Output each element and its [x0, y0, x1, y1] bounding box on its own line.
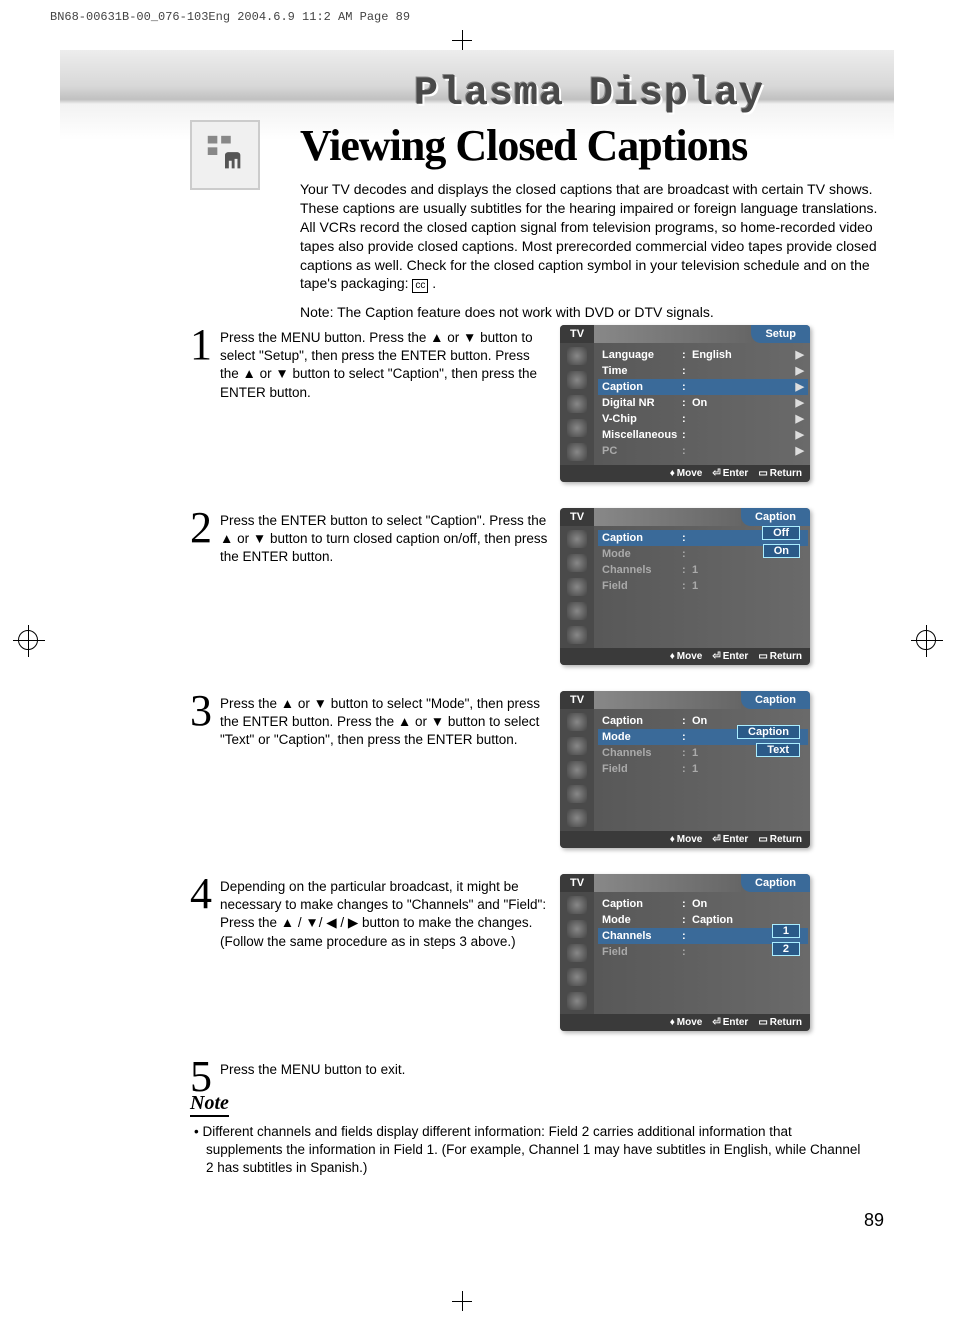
step-text: Press the MENU button to exit.: [220, 1057, 560, 1097]
osd-footer: ♦Move⏎Enter▭Return: [560, 648, 810, 665]
step-3: 3 Press the ▲ or ▼ button to select "Mod…: [190, 691, 890, 866]
osd-sidebar-icons: [560, 892, 594, 1014]
cc-symbol: cc: [412, 279, 428, 293]
crop-mark-top: [462, 30, 463, 50]
intro-text: Your TV decodes and displays the closed …: [300, 180, 880, 322]
intro-note: Note: The Caption feature does not work …: [300, 303, 880, 322]
osd-title: Caption: [741, 508, 810, 526]
step-1: 1 Press the MENU button. Press the ▲ or …: [190, 325, 890, 500]
osd-sidebar-icons: [560, 526, 594, 648]
step-number: 2: [190, 508, 220, 683]
osd-option: Caption: [737, 725, 800, 739]
osd-title: Caption: [741, 874, 810, 892]
osd-row: Channels: 1: [602, 562, 804, 578]
step-number: 5: [190, 1057, 220, 1097]
step-number: 4: [190, 874, 220, 1049]
osd-option: Text: [756, 743, 800, 757]
step-number: 3: [190, 691, 220, 866]
step-5: 5 Press the MENU button to exit.: [190, 1057, 890, 1097]
osd-setup-menu: TV Setup Language: English▶Time: ▶Caption…: [560, 325, 810, 482]
osd-caption-mode-menu: TVCaption Caption: OnMode: Channels: 1Fi…: [560, 691, 810, 848]
registration-mark-left: [18, 630, 38, 650]
osd-tv-label: TV: [560, 508, 594, 526]
osd-row: Digital NR: On▶: [602, 395, 804, 411]
osd-option: 1: [772, 924, 800, 938]
osd-footer: ♦Move⏎Enter▭Return: [560, 831, 810, 848]
osd-row: Language: English▶: [602, 347, 804, 363]
osd-option: Off: [762, 526, 800, 540]
banner-title: Plasma Display: [414, 72, 764, 117]
osd-row: V-Chip: ▶: [602, 411, 804, 427]
page-number: 89: [864, 1210, 884, 1231]
osd-footer: ♦Move⏎Enter▭Return: [560, 465, 810, 482]
osd-caption-menu: TVCaption Caption: Mode: Channels: 1Fiel…: [560, 508, 810, 665]
page-title: Viewing Closed Captions: [300, 120, 747, 171]
step-number: 1: [190, 325, 220, 500]
osd-row: Time: ▶: [602, 363, 804, 379]
osd-sidebar-icons: [560, 343, 594, 465]
osd-tv-label: TV: [560, 691, 594, 709]
crop-mark-bottom: [462, 1291, 463, 1311]
osd-title: Caption: [741, 691, 810, 709]
print-header: BN68-00631B-00_076-103Eng 2004.6.9 11:2 …: [50, 10, 410, 24]
step-text: Depending on the particular broadcast, i…: [220, 874, 560, 1049]
step-text: Press the ▲ or ▼ button to select "Mode"…: [220, 691, 560, 866]
osd-row: PC: ▶: [602, 443, 804, 459]
osd-row: Miscellaneous: ▶: [602, 427, 804, 443]
osd-row: Field: 1: [602, 761, 804, 777]
osd-row: Caption: ▶: [598, 379, 808, 395]
touch-icon: [190, 120, 260, 190]
intro-body: Your TV decodes and displays the closed …: [300, 181, 877, 291]
osd-option: On: [763, 544, 800, 558]
osd-row: Field: 1: [602, 578, 804, 594]
osd-tv-label: TV: [560, 325, 594, 343]
osd-row: Caption: On: [602, 896, 804, 912]
osd-title: Setup: [751, 325, 810, 343]
note-title: Note: [190, 1092, 229, 1117]
osd-sidebar-icons: [560, 709, 594, 831]
note-body: • Different channels and fields display …: [190, 1123, 870, 1178]
osd-caption-channels-menu: TVCaption Caption: OnMode: CaptionChanne…: [560, 874, 810, 1031]
registration-mark-right: [916, 630, 936, 650]
step-4: 4 Depending on the particular broadcast,…: [190, 874, 890, 1049]
step-text: Press the ENTER button to select "Captio…: [220, 508, 560, 683]
osd-tv-label: TV: [560, 874, 594, 892]
step-2: 2 Press the ENTER button to select "Capt…: [190, 508, 890, 683]
osd-footer: ♦Move⏎Enter▭Return: [560, 1014, 810, 1031]
step-text: Press the MENU button. Press the ▲ or ▼ …: [220, 325, 560, 500]
osd-option: 2: [772, 942, 800, 956]
note-block: Note • Different channels and fields dis…: [190, 1092, 870, 1178]
